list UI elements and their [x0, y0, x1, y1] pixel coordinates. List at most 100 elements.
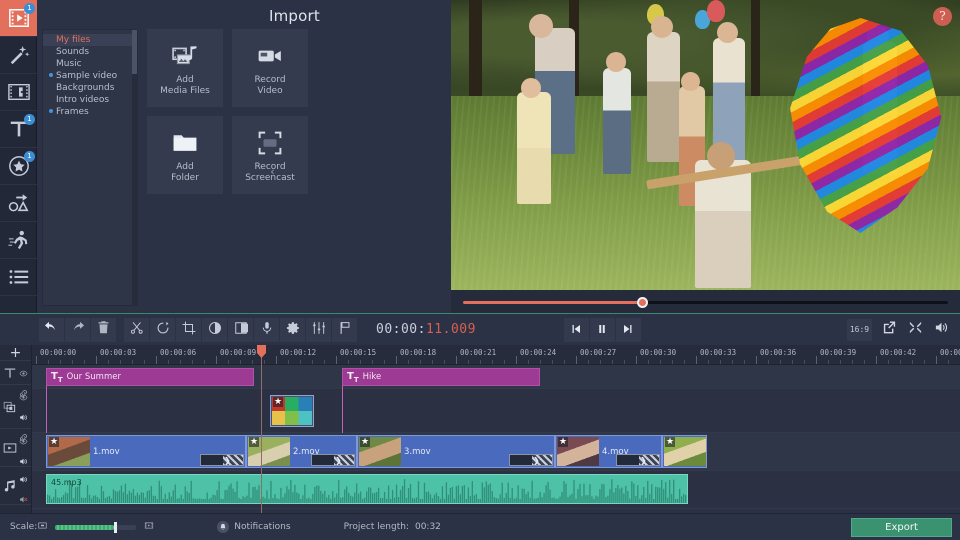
trash-icon — [96, 320, 111, 339]
ruler-major-tick — [96, 356, 97, 364]
rail-item-filters[interactable] — [0, 37, 37, 74]
split-button[interactable] — [124, 318, 149, 342]
import-tile-video-camera[interactable]: RecordVideo — [232, 29, 308, 107]
track-header-video-track[interactable] — [0, 429, 31, 467]
tree-item[interactable]: My files — [43, 34, 137, 46]
tree-scrollbar-thumb[interactable] — [132, 30, 137, 74]
rail-item-animation[interactable] — [0, 222, 37, 259]
equalizer-button[interactable] — [306, 318, 331, 342]
export-button[interactable]: Export — [851, 518, 952, 537]
overlay-track-lane[interactable]: ★ — [32, 389, 960, 433]
rail-item-titles[interactable]: 1 — [0, 111, 37, 148]
track-header-overlay-track[interactable] — [0, 385, 31, 429]
volume-button[interactable] — [928, 318, 954, 342]
overlay-clip[interactable]: ★ — [270, 395, 314, 427]
audio-clip[interactable]: 45.mp3 — [46, 474, 688, 504]
transition-marker[interactable]: ❯ — [200, 454, 244, 466]
pause-button[interactable] — [590, 318, 615, 342]
track-header-title-track[interactable] — [0, 361, 31, 385]
track-header-audio-track[interactable] — [0, 467, 31, 505]
eye-icon[interactable] — [19, 387, 28, 406]
title-clip[interactable]: TTHike — [342, 368, 540, 386]
tree-scrollbar[interactable] — [132, 30, 137, 306]
record-audio-button[interactable] — [254, 318, 279, 342]
redo-button[interactable] — [65, 318, 90, 342]
ruler-minor-tick — [468, 360, 469, 364]
transition-marker[interactable]: ❯ — [616, 454, 660, 466]
magic-wand-icon — [8, 44, 30, 66]
video-clip[interactable]: ★5.r — [662, 435, 707, 468]
scale-slider-handle[interactable] — [114, 522, 117, 533]
rail-item-callouts[interactable] — [0, 185, 37, 222]
crop-button[interactable] — [176, 318, 201, 342]
transition-marker[interactable]: ❯ — [311, 454, 355, 466]
video-track-lane[interactable]: ★1.mov❯★2.mov❯★3.mov❯★4.mov❯★5.r — [32, 433, 960, 471]
tree-item[interactable]: Sample video — [43, 70, 137, 82]
seek-bar-container[interactable] — [451, 290, 960, 313]
help-icon[interactable]: ? — [933, 7, 952, 26]
next-frame-button[interactable] — [616, 318, 641, 342]
previous-frame-button[interactable] — [564, 318, 589, 342]
speaker-icon[interactable] — [19, 469, 28, 488]
undo-button[interactable] — [39, 318, 64, 342]
share-button[interactable] — [876, 318, 902, 342]
speaker-icon[interactable] — [19, 407, 28, 426]
eye-icon[interactable] — [19, 363, 28, 382]
import-tile-media-files[interactable]: AddMedia Files — [147, 29, 223, 107]
import-tile-folder[interactable]: AddFolder — [147, 116, 223, 194]
video-clip[interactable]: ★2.mov❯ — [246, 435, 357, 468]
delete-button[interactable] — [91, 318, 116, 342]
transition-marker[interactable]: ❯ — [509, 454, 553, 466]
import-tile-label: AddMedia Files — [160, 75, 210, 97]
tree-item[interactable]: Music — [43, 58, 137, 70]
zoom-out-frame-icon[interactable] — [37, 521, 48, 533]
video-clip[interactable]: ★1.mov❯ — [46, 435, 246, 468]
tree-item[interactable]: Sounds — [43, 46, 137, 58]
import-tile-screencast-frame[interactable]: RecordScreencast — [232, 116, 308, 194]
ruler-minor-tick — [540, 360, 541, 364]
ruler-minor-tick — [792, 360, 793, 364]
fullscreen-button[interactable] — [902, 318, 928, 342]
rail-item-transitions[interactable] — [0, 74, 37, 111]
ruler-major-tick — [696, 356, 697, 364]
collapse-panel-button[interactable]: ‹ — [267, 160, 278, 182]
audio-track-lane[interactable]: 45.mp3 — [32, 471, 960, 509]
aspect-ratio-button[interactable]: 16:9 — [847, 319, 872, 341]
ruler-minor-tick — [324, 360, 325, 364]
seek-handle[interactable] — [637, 297, 648, 308]
media-category-tree[interactable]: My filesSoundsMusicSample videoBackgroun… — [42, 29, 138, 306]
eye-icon[interactable] — [19, 431, 28, 450]
scale-slider[interactable] — [55, 525, 136, 530]
ruler-minor-tick — [72, 360, 73, 364]
tree-item[interactable]: Intro videos — [43, 94, 137, 106]
status-bar: Scale: Notifications Project length: 00:… — [0, 513, 960, 540]
flag-icon — [338, 320, 352, 339]
timecode-display[interactable]: 00:00:11.009 — [376, 322, 476, 337]
rail-item-stickers[interactable]: 1 — [0, 148, 37, 185]
title-text-icon: TT — [347, 371, 359, 384]
ruler-minor-tick — [852, 360, 853, 364]
video-clip[interactable]: ★4.mov❯ — [555, 435, 662, 468]
zoom-in-frame-icon[interactable] — [143, 521, 155, 533]
ruler-minor-tick — [948, 360, 949, 364]
tree-item[interactable]: Frames — [43, 106, 137, 118]
rail-item-import[interactable]: 1 — [0, 0, 37, 37]
tree-item[interactable]: Backgrounds — [43, 82, 137, 94]
marker-button[interactable] — [332, 318, 357, 342]
playhead[interactable] — [261, 345, 262, 513]
stabilize-button[interactable] — [228, 318, 253, 342]
speaker-muted-icon[interactable] — [19, 489, 28, 508]
timeline-ruler[interactable]: 00:00:0000:00:0300:00:0600:00:0900:00:12… — [32, 345, 960, 365]
color-button[interactable] — [202, 318, 227, 342]
seek-track[interactable] — [463, 301, 948, 304]
video-clip[interactable]: ★3.mov❯ — [357, 435, 555, 468]
add-track-button[interactable]: + — [0, 345, 31, 361]
title-track-lane[interactable]: TTOur Summer TTHike — [32, 365, 960, 389]
favorite-star-icon: ★ — [49, 437, 59, 447]
clip-properties-button[interactable] — [280, 318, 305, 342]
rail-item-more-tools[interactable] — [0, 259, 37, 296]
notifications-button[interactable]: Notifications — [217, 521, 290, 533]
ruler-minor-tick — [384, 360, 385, 364]
title-clip[interactable]: TTOur Summer — [46, 368, 254, 386]
rotate-button[interactable] — [150, 318, 175, 342]
